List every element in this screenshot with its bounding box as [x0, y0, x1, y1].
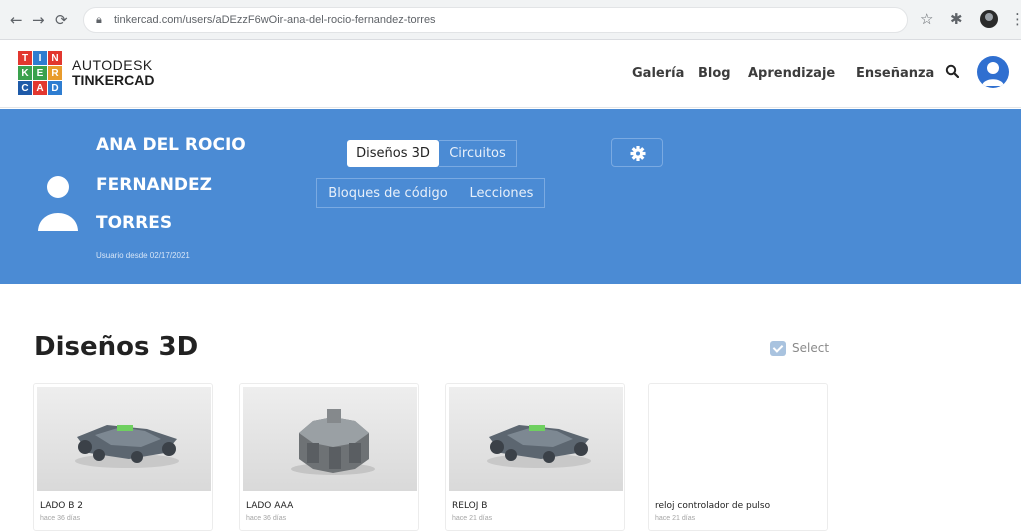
profile-name-line-2: FERNANDEZ [96, 175, 212, 195]
user-avatar[interactable] [977, 56, 1009, 88]
member-since: Usuario desde 02/17/2021 [96, 251, 190, 260]
design-title[interactable]: LADO B 2 [40, 501, 83, 511]
tab-lecciones[interactable]: Lecciones [459, 178, 545, 208]
nav-item-ensenanza[interactable]: Enseñanza [856, 66, 934, 81]
logo-letter-tile: I [33, 51, 47, 65]
tab-disenos-3d[interactable]: Diseños 3D [347, 140, 439, 167]
design-thumbnail[interactable] [652, 387, 826, 491]
design-title[interactable]: LADO AAA [246, 501, 293, 511]
bookmark-star-icon[interactable]: ☆ [920, 10, 933, 28]
logo-letter-tile: K [18, 66, 32, 80]
design-card[interactable]: reloj controlador de pulso hace 21 días [648, 383, 828, 531]
robot-car-model-icon [75, 425, 179, 468]
profile-picture [38, 176, 78, 231]
nav-item-galeria[interactable]: Galería [632, 66, 684, 81]
browser-profile-icon[interactable] [980, 10, 998, 28]
select-label[interactable]: Select [792, 341, 829, 355]
nav-item-blog[interactable]: Blog [698, 66, 731, 81]
url-text[interactable]: tinkercad.com/users/aDEzzF6wOir-ana-del-… [114, 14, 436, 26]
lock-icon: 🔒︎ [96, 13, 102, 26]
design-thumbnail[interactable] [243, 387, 417, 491]
address-bar[interactable]: 🔒︎ tinkercad.com/users/aDEzzF6wOir-ana-d… [83, 7, 908, 33]
tab-circuitos[interactable]: Circuitos [439, 140, 517, 167]
logo-letter-tile: E [33, 66, 47, 80]
extensions-puzzle-icon[interactable]: ✱ [950, 10, 963, 28]
browser-toolbar: ← → ⟳ 🔒︎ tinkercad.com/users/aDEzzF6wOir… [0, 0, 1021, 40]
section-title: Diseños 3D [34, 332, 199, 362]
design-card[interactable]: RELOJ B hace 21 días [445, 383, 625, 531]
design-thumbnail[interactable] [37, 387, 211, 491]
gear-icon [630, 146, 646, 161]
search-icon[interactable] [945, 64, 959, 78]
design-card[interactable]: LADO B 2 hace 36 días [33, 383, 213, 531]
design-date: hace 21 días [655, 515, 696, 522]
tab-bloques-de-codigo[interactable]: Bloques de código [316, 178, 459, 208]
design-card[interactable]: LADO AAA hace 36 días [239, 383, 419, 531]
logo-letter-tile: N [48, 51, 62, 65]
profile-name-line-1: ANA DEL ROCIO [96, 135, 246, 155]
forward-arrow-icon[interactable]: → [32, 11, 45, 29]
brand-autodesk: AUTODESK [72, 57, 153, 73]
brand-name[interactable]: AUTODESK TINKERCAD [72, 58, 154, 88]
user-silhouette-icon [982, 62, 1004, 86]
logo-letter-tile: C [18, 81, 32, 95]
settings-button[interactable] [611, 138, 663, 167]
browser-menu-icon[interactable]: ⋮ [1010, 10, 1021, 28]
logo-letter-tile: T [18, 51, 32, 65]
design-date: hace 21 días [452, 515, 493, 522]
design-date: hace 36 días [40, 515, 81, 522]
tinkercad-logo[interactable]: TIN KER CAD [18, 51, 62, 95]
brand-tinkercad: TINKERCAD [72, 72, 155, 88]
design-thumbnail[interactable] [449, 387, 623, 491]
site-header: TIN KER CAD AUTODESK TINKERCAD Galería Blo… [0, 40, 1021, 108]
select-checkbox[interactable] [770, 341, 786, 356]
back-arrow-icon[interactable]: ← [10, 11, 23, 29]
logo-letter-tile: R [48, 66, 62, 80]
reload-icon[interactable]: ⟳ [55, 11, 68, 29]
gear-block-model-icon [291, 409, 375, 475]
design-title[interactable]: reloj controlador de pulso [655, 501, 770, 511]
profile-name-line-3: TORRES [96, 213, 173, 233]
logo-letter-tile: A [33, 81, 47, 95]
design-date: hace 36 días [246, 515, 287, 522]
design-title[interactable]: RELOJ B [452, 501, 487, 511]
logo-letter-tile: D [48, 81, 62, 95]
profile-banner: ANA DEL ROCIO FERNANDEZ TORRES Usuario d… [0, 109, 1021, 284]
nav-item-aprendizaje[interactable]: Aprendizaje [748, 66, 835, 81]
robot-car-model-icon [487, 425, 591, 468]
